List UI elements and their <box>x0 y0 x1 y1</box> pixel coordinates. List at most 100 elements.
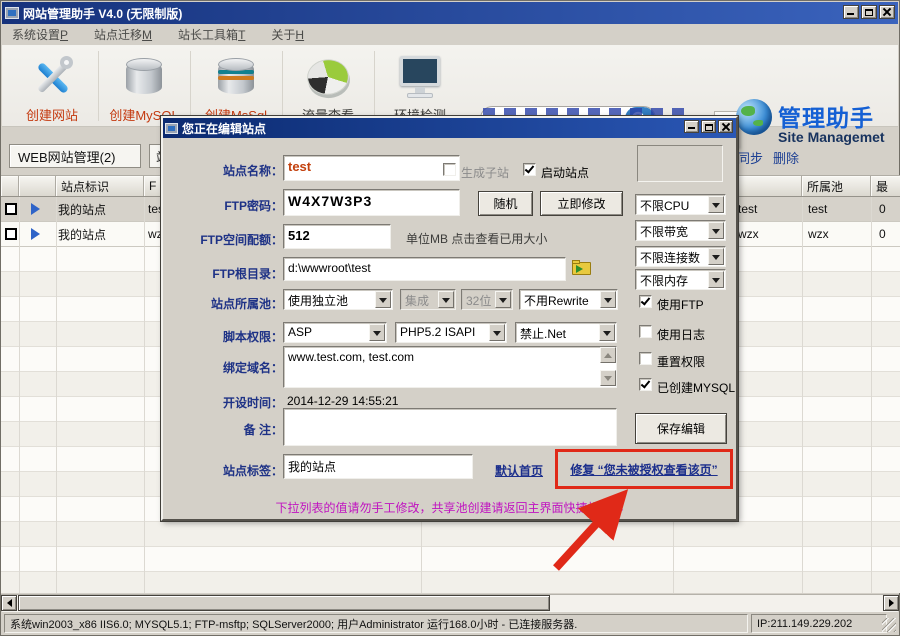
default-page-link[interactable]: 默认首页 <box>495 462 543 479</box>
monitor-icon <box>397 51 443 103</box>
chevron-down-icon[interactable] <box>600 291 616 308</box>
ftp-quota-input[interactable]: 512 <box>283 224 391 249</box>
cell-site-tag: 我的站点 <box>58 222 144 246</box>
net-select[interactable]: 禁止.Net <box>515 322 617 343</box>
header-pool[interactable]: 所属池 <box>802 176 871 196</box>
reset-perm-checkbox[interactable] <box>639 352 652 365</box>
close-button[interactable] <box>879 5 895 19</box>
grid-line <box>144 197 145 593</box>
scrollbar-thumb[interactable] <box>18 595 550 611</box>
toolbar-create-mysql-button[interactable]: 创建MySQL <box>100 47 188 125</box>
folder-icon[interactable] <box>572 260 591 275</box>
toolbar-create-site-button[interactable]: 创建网站 <box>8 47 96 125</box>
cell-path-tail: test <box>738 197 800 221</box>
ftp-quota-label: FTP空间配额： <box>181 231 283 248</box>
minimize-button[interactable] <box>843 5 859 19</box>
pie-chart-icon <box>307 51 349 103</box>
dialog-title-bar: 您正在编辑站点 <box>163 118 736 138</box>
row-checkbox[interactable] <box>5 228 17 240</box>
grid-line <box>871 197 872 593</box>
mysql-created-checkbox[interactable] <box>639 378 652 391</box>
scroll-left-icon[interactable] <box>1 595 17 611</box>
header-last[interactable]: 最 <box>871 176 900 196</box>
cell-pool: wzx <box>808 222 868 246</box>
cell-site-tag: 我的站点 <box>58 197 144 221</box>
rewrite-select[interactable]: 不用Rewrite <box>519 289 618 310</box>
ftp-password-label: FTP密码： <box>181 197 283 214</box>
start-site-checkbox[interactable] <box>523 163 536 176</box>
horizontal-scrollbar[interactable] <box>1 594 899 611</box>
dialog-icon <box>165 123 178 134</box>
bind-domain-textarea[interactable]: www.test.com, test.com <box>283 346 617 388</box>
scroll-down-icon[interactable] <box>600 370 616 386</box>
chevron-down-icon[interactable] <box>369 324 385 341</box>
memory-limit-select[interactable]: 不限内存 <box>635 269 726 290</box>
mssql-database-icon <box>213 51 259 103</box>
row-checkbox[interactable] <box>5 203 17 215</box>
header-marker <box>19 176 56 196</box>
dialog-group-box <box>637 145 723 182</box>
cell-path-tail: wzx <box>738 222 800 246</box>
toolbar-env-check-button[interactable]: 环境检测 <box>376 47 464 125</box>
status-bar: 系统win2003_x86 IIS6.0; MYSQL5.1; FTP-msft… <box>2 611 898 634</box>
chevron-down-icon[interactable] <box>599 324 615 341</box>
mysql-database-icon <box>121 51 167 103</box>
cell-last: 0 <box>879 197 899 221</box>
chevron-down-icon[interactable] <box>489 324 505 341</box>
site-tag-label: 站点标签： <box>181 462 283 479</box>
ftp-password-input[interactable]: W4X7W3P3 <box>283 189 460 216</box>
status-text: 系统win2003_x86 IIS6.0; MYSQL5.1; FTP-msft… <box>4 614 748 633</box>
menu-item-system[interactable]: 系统设置P <box>12 26 68 43</box>
created-time-label: 开设时间： <box>181 394 283 411</box>
scroll-right-icon[interactable] <box>883 595 899 611</box>
remark-textarea[interactable] <box>283 408 617 446</box>
chevron-down-icon[interactable] <box>708 222 724 239</box>
tab-web-site-management[interactable]: WEB网站管理(2) <box>9 144 141 168</box>
resize-grip[interactable] <box>882 618 896 632</box>
random-button[interactable]: 随机 <box>478 191 533 216</box>
toolbar-create-mssql-button[interactable]: 创建MsSql <box>192 47 280 125</box>
status-ip: IP:211.149.229.202 <box>751 614 887 633</box>
site-name-input[interactable]: test <box>283 155 460 181</box>
scroll-up-icon[interactable] <box>600 347 616 363</box>
maximize-button[interactable] <box>861 5 877 19</box>
sync-link[interactable]: 同步 <box>737 148 763 167</box>
connection-limit-select[interactable]: 不限连接数 <box>635 246 726 267</box>
brand-subtitle: Site Managemet <box>778 129 885 145</box>
chevron-down-icon[interactable] <box>708 271 724 288</box>
save-edit-button[interactable]: 保存编辑 <box>635 413 727 444</box>
delete-link[interactable]: 删除 <box>773 148 799 167</box>
menu-item-toolbox[interactable]: 站长工具箱T <box>178 26 245 43</box>
play-icon <box>31 203 40 215</box>
bandwidth-limit-select[interactable]: 不限带宽 <box>635 220 726 241</box>
toolbar: 创建网站 创建MySQL 创建MsSql 流量查看 环境检测 <box>2 45 898 127</box>
title-bar: 网站管理助手 V4.0 (无限制版) <box>2 2 898 24</box>
modify-now-button[interactable]: 立即修改 <box>540 191 623 216</box>
red-arrow-annotation <box>546 476 656 581</box>
cpu-limit-select[interactable]: 不限CPU <box>635 194 726 215</box>
chevron-down-icon[interactable] <box>375 291 391 308</box>
header-select <box>1 176 19 196</box>
dialog-maximize-button[interactable] <box>701 120 716 133</box>
menu-item-about[interactable]: 关于H <box>271 26 304 43</box>
grid-line <box>56 197 57 593</box>
site-tag-input[interactable]: 我的站点 <box>283 454 473 479</box>
use-log-checkbox[interactable] <box>639 325 652 338</box>
toolbar-separator <box>190 51 191 121</box>
ftp-root-input[interactable]: d:\wwwroot\test <box>283 257 566 281</box>
app-icon <box>5 7 19 19</box>
asp-select[interactable]: ASP <box>283 322 387 343</box>
toolbar-traffic-button[interactable]: 流量查看 <box>284 47 372 125</box>
fix-unauthorized-link[interactable]: 修复 “您未被授权查看该页” <box>570 461 717 478</box>
dialog-minimize-button[interactable] <box>684 120 699 133</box>
quota-hint[interactable]: 单位MB 点击查看已用大小 <box>406 230 547 247</box>
chevron-down-icon[interactable] <box>708 196 724 213</box>
gen-subsite-checkbox[interactable] <box>443 163 456 176</box>
php-select[interactable]: PHP5.2 ISAPI <box>395 322 507 343</box>
dialog-close-button[interactable] <box>718 120 733 133</box>
pool-select[interactable]: 使用独立池 <box>283 289 393 310</box>
use-ftp-checkbox[interactable] <box>639 295 652 308</box>
header-site-tag[interactable]: 站点标识 <box>56 176 144 196</box>
menu-item-migrate[interactable]: 站点迁移M <box>94 26 152 43</box>
chevron-down-icon[interactable] <box>708 248 724 265</box>
